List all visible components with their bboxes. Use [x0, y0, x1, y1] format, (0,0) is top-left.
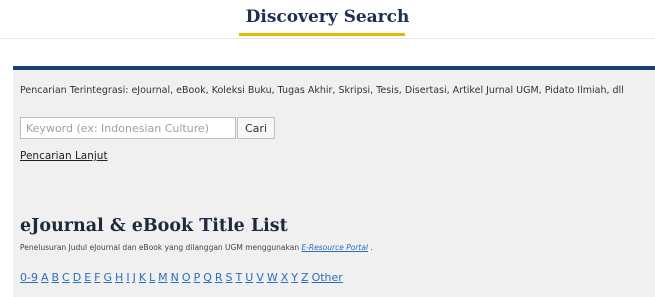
e-resource-portal-link[interactable]: E-Resource Portal [301, 243, 368, 252]
alpha-link-s[interactable]: S [226, 271, 233, 284]
alpha-link-i[interactable]: I [126, 271, 129, 284]
alpha-link-u[interactable]: U [245, 271, 253, 284]
alpha-link-r[interactable]: R [215, 271, 223, 284]
alpha-link-f[interactable]: F [94, 271, 100, 284]
alpha-link-n[interactable]: N [171, 271, 179, 284]
alpha-link-g[interactable]: G [104, 271, 113, 284]
title-list-heading: eJournal & eBook Title List [20, 216, 288, 236]
alpha-link-w[interactable]: W [267, 271, 278, 284]
alpha-link-m[interactable]: M [158, 271, 168, 284]
alpha-link-e[interactable]: E [84, 271, 91, 284]
alpha-link-y[interactable]: Y [291, 271, 298, 284]
alpha-link-b[interactable]: B [52, 271, 60, 284]
panel-accent-bar [13, 66, 655, 70]
alpha-link-t[interactable]: T [236, 271, 243, 284]
alpha-link-q[interactable]: Q [203, 271, 212, 284]
alpha-link-v[interactable]: V [256, 271, 264, 284]
alpha-link-h[interactable]: H [115, 271, 123, 284]
search-panel [13, 66, 655, 297]
search-button[interactable]: Cari [237, 117, 275, 139]
alpha-link-k[interactable]: K [139, 271, 146, 284]
title-list-description-text: Penelusuran Judul eJournal dan eBook yan… [20, 243, 302, 252]
alphabet-navigation: 0-9 A B C D E F G H I J K L M N O P Q R S T U V W X Y Z Other [20, 271, 346, 284]
alpha-link-l[interactable]: L [149, 271, 155, 284]
title-underline [239, 33, 405, 36]
alpha-link-p[interactable]: P [194, 271, 201, 284]
search-description: Pencarian Terintegrasi: eJournal, eBook,… [20, 85, 624, 96]
alpha-link-j[interactable]: J [133, 271, 136, 284]
alpha-link-0-9[interactable]: 0-9 [20, 271, 38, 284]
alpha-link-c[interactable]: C [62, 271, 70, 284]
alpha-link-o[interactable]: O [182, 271, 191, 284]
alpha-link-x[interactable]: X [281, 271, 289, 284]
alpha-link-a[interactable]: A [41, 271, 49, 284]
title-list-description: Penelusuran Judul eJournal dan eBook yan… [20, 243, 373, 252]
alpha-link-z[interactable]: Z [301, 271, 309, 284]
advanced-search-link[interactable]: Pencarian Lanjut [20, 150, 108, 162]
alpha-link-d[interactable]: D [73, 271, 81, 284]
search-input[interactable] [20, 117, 236, 139]
title-list-description-suffix: . [368, 243, 373, 252]
alpha-link-other[interactable]: Other [312, 271, 343, 284]
title-divider [0, 38, 655, 39]
